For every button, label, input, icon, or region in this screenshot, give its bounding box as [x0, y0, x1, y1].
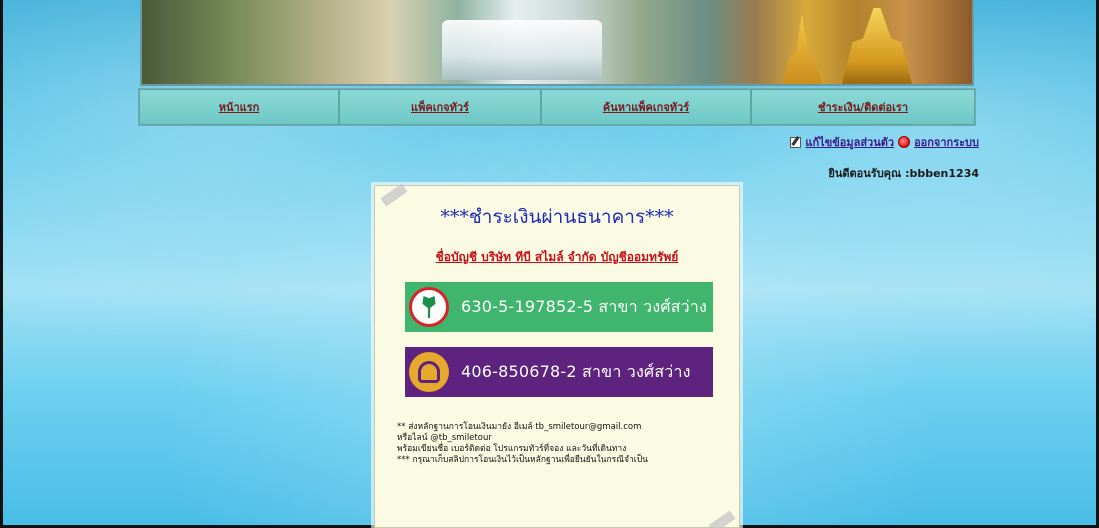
nav-item-payment[interactable]: ชำระเงิน/ติดต่อเรา: [751, 89, 975, 125]
nav-item-search[interactable]: ค้นหาแพ็คเกจทัวร์: [541, 89, 751, 125]
logout-icon[interactable]: [898, 136, 911, 148]
nav-item-home[interactable]: หน้าแรก: [139, 89, 339, 125]
logout-link[interactable]: ออกจากระบบ: [914, 133, 979, 151]
note-line: พร้อมเขียนชื่อ เบอร์ติดต่อ โปรแกรมทัวร์ท…: [397, 444, 627, 454]
temple-image: [842, 8, 912, 84]
pagoda-image: [782, 14, 822, 84]
payment-notes: ** ส่งหลักฐานการโอนเงินมายัง อีเมล์ tb_s…: [397, 422, 727, 466]
note-line: ** ส่งหลักฐานการโอนเงินมายัง อีเมล์ tb_s…: [397, 422, 642, 432]
edit-profile-link[interactable]: แก้ไขข้อมูลส่วนตัว: [805, 133, 894, 151]
edit-icon[interactable]: [790, 136, 802, 148]
kbank-account: 630-5-197852-5 สาขา วงศ์สว่าง: [405, 282, 713, 332]
nav-label[interactable]: หน้าแรก: [219, 98, 260, 116]
payment-panel: ***ชำระเงินผ่านธนาคาร*** ชื่อบัญชี บริษั…: [374, 185, 740, 528]
nav-label[interactable]: ค้นหาแพ็คเกจทัวร์: [603, 98, 689, 116]
kbank-account-text: 630-5-197852-5 สาขา วงศ์สว่าง: [461, 296, 708, 316]
main-nav: หน้าแรก แพ็คเกจทัวร์ ค้นหาแพ็คเกจทัวร์ ช…: [138, 88, 976, 126]
note-line: หรือไลน์ @tb_smiletour: [397, 433, 492, 443]
user-links: แก้ไขข้อมูลส่วนตัว ออกจากระบบ: [790, 133, 979, 151]
scb-logo-icon: [409, 352, 449, 392]
welcome-text: ยินดีตอนรับคุณ :bbben1234: [828, 167, 979, 180]
nav-label[interactable]: แพ็คเกจทัวร์: [411, 98, 469, 116]
note-line: *** กรุณาเก็บสลิปการโอนเงินไว้เป็นหลักฐา…: [397, 455, 648, 465]
scb-account: 406-850678-2 สาขา วงศ์สว่าง: [405, 347, 713, 397]
scb-account-text: 406-850678-2 สาขา วงศ์สว่าง: [461, 361, 691, 381]
header-banner: [140, 0, 974, 86]
waterfall-image: [442, 20, 602, 80]
payment-title: ***ชำระเงินผ่านธนาคาร***: [440, 206, 674, 228]
account-name: ชื่อบัญชี บริษัท ทีบี สไมล์ จำกัด บัญชีอ…: [435, 250, 679, 264]
nav-item-packages[interactable]: แพ็คเกจทัวร์: [339, 89, 541, 125]
nav-label[interactable]: ชำระเงิน/ติดต่อเรา: [818, 98, 908, 116]
kbank-logo-icon: [409, 287, 449, 327]
